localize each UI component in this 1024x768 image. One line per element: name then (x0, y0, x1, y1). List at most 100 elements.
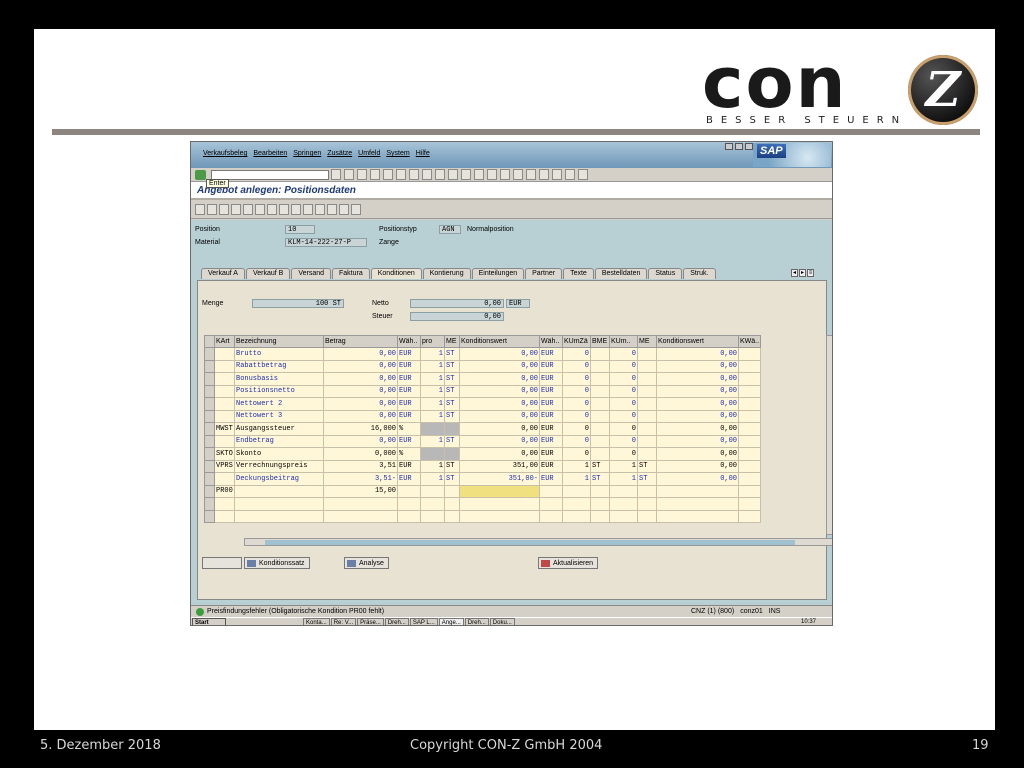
cell-me2[interactable] (637, 409, 657, 423)
cell-kwert2[interactable]: 0,00 (656, 434, 739, 448)
position-field[interactable]: 10 (285, 225, 315, 234)
cell-kwert2[interactable]: 0,00 (656, 447, 739, 461)
cell-kwert[interactable]: 0,00 (459, 434, 540, 448)
cell-waeh2[interactable]: EUR (539, 397, 563, 411)
taskbar-item[interactable]: Re: V... (330, 618, 357, 625)
cell-kum[interactable]: 0 (609, 347, 638, 361)
empty-cell[interactable] (656, 497, 739, 511)
cell-kwae[interactable] (737, 347, 762, 361)
cell-bme[interactable] (590, 409, 610, 423)
cell-waeh[interactable]: EUR (397, 472, 421, 486)
nav-icon[interactable] (219, 204, 229, 215)
toolbar-icon[interactable] (357, 169, 367, 180)
row-selector[interactable] (204, 484, 215, 498)
cell-kumza[interactable] (562, 484, 591, 498)
cell-kum[interactable]: 1 (609, 472, 638, 486)
cell-waeh[interactable]: EUR (397, 359, 421, 373)
tab[interactable]: Status (648, 268, 683, 279)
cell-kum[interactable]: 0 (609, 447, 638, 461)
cell-waeh[interactable]: EUR (397, 409, 421, 423)
toolbar-icon[interactable] (370, 169, 380, 180)
cell-betrag[interactable]: 16,000 (323, 422, 398, 436)
nav-icon[interactable] (279, 204, 289, 215)
cell-kum[interactable]: 0 (609, 359, 638, 373)
close-button[interactable] (745, 143, 753, 150)
start-button[interactable]: Start (192, 618, 226, 625)
empty-cell[interactable] (562, 509, 591, 523)
status-message[interactable]: Preisfindungsfehler (Obligatorische Kond… (207, 606, 384, 617)
cell-waeh[interactable]: % (397, 447, 421, 461)
empty-cell[interactable] (637, 509, 657, 523)
toolbar-icon[interactable] (539, 169, 549, 180)
cell-kart[interactable] (214, 372, 235, 386)
analyse-button[interactable]: Analyse (344, 557, 389, 569)
cell-kart[interactable] (214, 434, 235, 448)
toolbar-icon[interactable] (487, 169, 497, 180)
cell-kwae[interactable] (737, 459, 762, 473)
cell-kart[interactable]: VPRS (214, 459, 235, 473)
cell-kwert2[interactable]: 0,00 (656, 472, 739, 486)
menu-item[interactable]: Zusätze (327, 150, 352, 157)
aktualisieren-button[interactable]: Aktualisieren (538, 557, 599, 569)
nav-icon[interactable] (291, 204, 301, 215)
toolbar-icon[interactable] (396, 169, 406, 180)
taskbar-item[interactable]: Ange... (438, 618, 464, 625)
nav-icon[interactable] (339, 204, 349, 215)
cell-me2[interactable] (637, 447, 657, 461)
vertical-scrollbar[interactable] (826, 335, 832, 535)
toolbar-icon[interactable] (474, 169, 484, 180)
empty-cell[interactable] (539, 509, 563, 523)
toolbar-icon[interactable] (565, 169, 575, 180)
empty-cell[interactable] (637, 497, 657, 511)
empty-cell[interactable] (459, 509, 540, 523)
cell-kumza[interactable]: 0 (562, 397, 591, 411)
scroll-thumb[interactable] (265, 540, 795, 545)
cell-kumza[interactable]: 0 (562, 372, 591, 386)
taskbar-item[interactable]: Präse... (357, 618, 384, 625)
cell-kart[interactable] (214, 359, 235, 373)
toolbar-icon[interactable] (578, 169, 588, 180)
cell-me[interactable]: ST (444, 472, 460, 486)
toolbar-icon[interactable] (513, 169, 523, 180)
menu-item[interactable]: Umfeld (358, 150, 380, 157)
cell-kwert[interactable]: 0,00 (459, 384, 540, 398)
empty-cell[interactable] (397, 497, 421, 511)
column-header[interactable]: KUm.. (609, 335, 638, 348)
cell-bme[interactable] (590, 397, 610, 411)
table-row[interactable]: Nettowert 2 0,00 EUR 1 ST 0,00 EUR 0 0 0,00 (204, 397, 762, 411)
tab[interactable]: Einteilungen (471, 268, 525, 279)
cell-pro[interactable]: 1 (420, 372, 445, 386)
toolbar-icon[interactable] (422, 169, 432, 180)
empty-cell[interactable] (444, 509, 460, 523)
cell-me[interactable] (444, 484, 460, 498)
empty-cell[interactable] (234, 509, 324, 523)
cell-kwert2[interactable]: 0,00 (656, 409, 739, 423)
empty-cell[interactable] (539, 497, 563, 511)
table-row[interactable]: Positionsnetto 0,00 EUR 1 ST 0,00 EUR 0 0 0,00 (204, 384, 762, 398)
cell-kwae[interactable] (737, 359, 762, 373)
toolbar-icon[interactable] (500, 169, 510, 180)
column-header[interactable]: KWä.. (737, 335, 762, 348)
cell-waeh2[interactable]: EUR (539, 409, 563, 423)
cell-kumza[interactable]: 0 (562, 384, 591, 398)
cell-kwert2[interactable]: 0,00 (656, 347, 739, 361)
column-header[interactable]: KUmZä (562, 335, 591, 348)
empty-cell[interactable] (562, 497, 591, 511)
steuer-field[interactable]: 0,00 (410, 312, 504, 321)
column-header[interactable]: Wäh.. (539, 335, 563, 348)
cell-kart[interactable] (214, 384, 235, 398)
cell-me[interactable]: ST (444, 372, 460, 386)
cell-me2[interactable] (637, 397, 657, 411)
taskbar-item[interactable]: Konta... (303, 618, 330, 625)
cell-me2[interactable]: ST (637, 459, 657, 473)
cell-waeh2[interactable]: EUR (539, 347, 563, 361)
row-selector[interactable] (204, 397, 215, 411)
menge-field[interactable]: 100 ST (252, 299, 344, 308)
cell-betrag[interactable]: 0,00 (323, 434, 398, 448)
row-selector[interactable] (204, 472, 215, 486)
detail-icons[interactable] (202, 557, 242, 569)
cell-me2[interactable] (637, 347, 657, 361)
cell-kwert[interactable]: 0,00 (459, 422, 540, 436)
column-header[interactable]: ME (444, 335, 460, 348)
cell-kwert2[interactable]: 0,00 (656, 384, 739, 398)
